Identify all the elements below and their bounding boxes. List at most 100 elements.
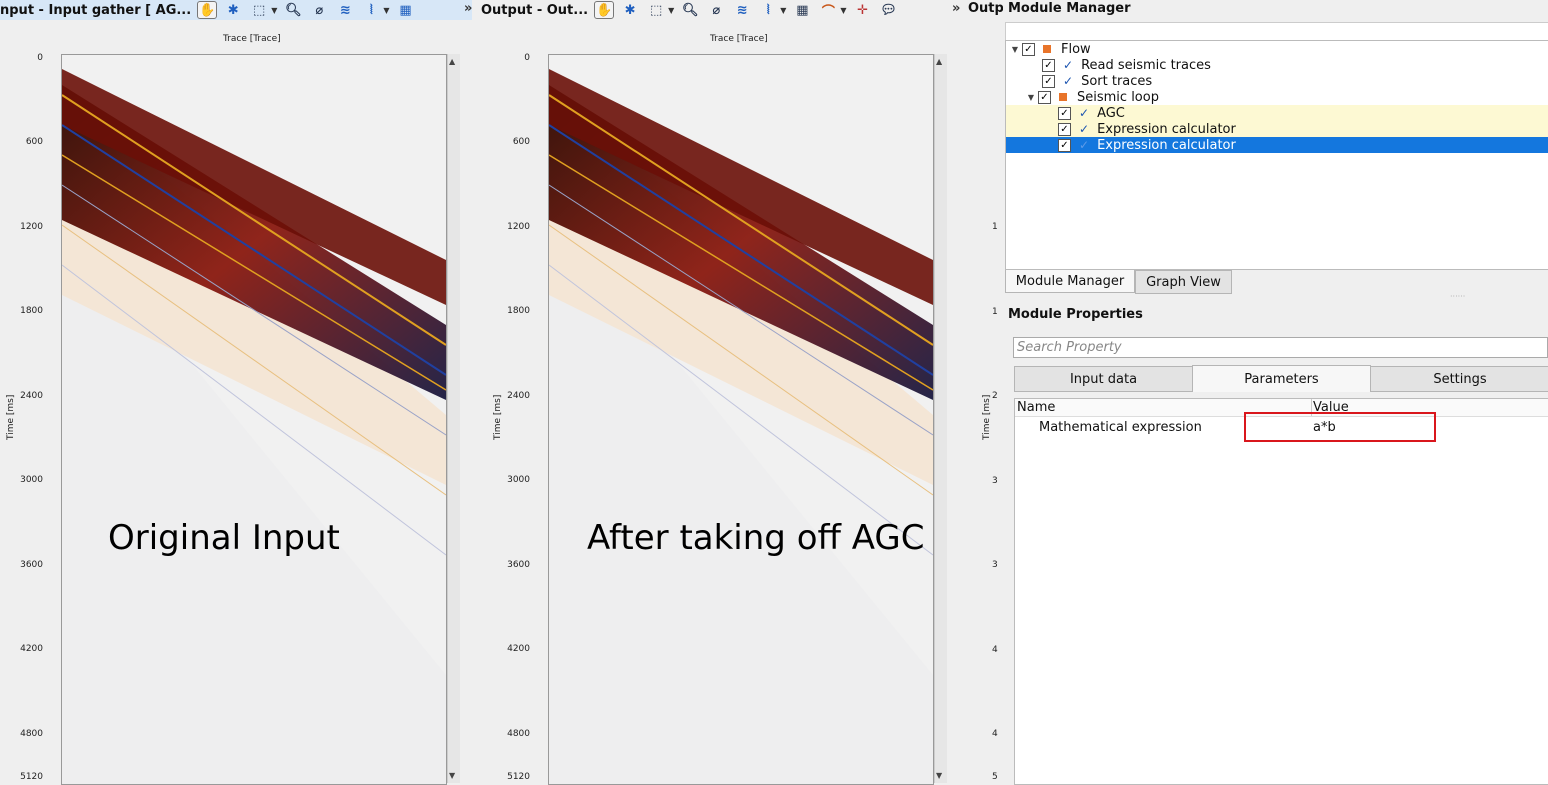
scroll-down-icon[interactable]: ▼ — [936, 771, 942, 780]
module-checkbox[interactable]: ✓ — [1058, 106, 1071, 120]
wiggle-display-icon[interactable]: ⦚ — [758, 1, 778, 19]
output-partial-title: Outp — [968, 1, 1004, 16]
tree-item-label: Seismic loop — [1077, 89, 1159, 105]
zoom-magnifier-icon[interactable]: 🔍︎ — [680, 1, 700, 19]
after-agc-annotation: After taking off AGC — [587, 518, 925, 558]
header-table-icon[interactable]: ▦ — [396, 1, 416, 19]
settings-gear-icon[interactable]: ✱ — [620, 1, 640, 19]
tab-parameters[interactable]: Parameters — [1192, 365, 1371, 392]
flow-checkbox[interactable]: ✓ — [1022, 42, 1035, 56]
column-header-name[interactable]: Name — [1017, 400, 1055, 415]
layers-icon[interactable]: ≋ — [335, 1, 355, 19]
module-tree[interactable]: ▼ ✓ Flow ✓ ✓ Read seismic traces ✓ ✓ Sor… — [1005, 40, 1548, 270]
y-tick: 4800 — [20, 729, 43, 739]
y-axis-label: Time [ms] — [982, 394, 992, 440]
tab-graph-view[interactable]: Graph View — [1135, 270, 1232, 294]
header-table-icon[interactable]: ▦ — [792, 1, 812, 19]
y-tick: 1200 — [20, 222, 43, 232]
toolbar-overflow-icon[interactable]: » — [952, 1, 960, 16]
tree-header — [1005, 22, 1548, 41]
module-checkbox[interactable]: ✓ — [1058, 122, 1071, 136]
zoom-select-icon[interactable]: ⬚ — [249, 1, 269, 19]
chevron-down-icon[interactable]: ▼ — [840, 6, 846, 15]
property-name: Mathematical expression — [1039, 420, 1202, 435]
module-checkbox[interactable]: ✓ — [1058, 138, 1071, 152]
y-tick: 3000 — [507, 475, 530, 485]
crosshair-icon[interactable]: ✛ — [853, 1, 873, 19]
y-tick: 1800 — [507, 306, 530, 316]
layers-icon[interactable]: ≋ — [732, 1, 752, 19]
y-tick: 2400 — [507, 391, 530, 401]
group-square-icon — [1043, 45, 1051, 53]
tree-item-agc[interactable]: ✓ ✓ AGC — [1006, 105, 1548, 121]
y-tick: 3000 — [20, 475, 43, 485]
pick-tool-icon[interactable]: ⌀ — [309, 1, 329, 19]
tree-item-expression-calculator[interactable]: ✓ ✓ Expression calculator — [1006, 121, 1548, 137]
seismic-traces-output — [549, 55, 933, 784]
y-tick: 600 — [25, 137, 43, 147]
module-checkbox[interactable]: ✓ — [1038, 90, 1051, 104]
seismic-display-output[interactable] — [548, 54, 934, 785]
y-tick: 4200 — [20, 644, 43, 654]
tree-item-seismic-loop[interactable]: ▼ ✓ Seismic loop — [1006, 89, 1548, 105]
tab-module-manager[interactable]: Module Manager — [1005, 270, 1135, 293]
y-tick: 5 — [992, 772, 998, 782]
chevron-down-icon[interactable]: ▼ — [668, 6, 674, 15]
scroll-up-icon[interactable]: ▲ — [936, 57, 942, 66]
output-title: Output - Out... — [481, 2, 589, 18]
tree-item-label: Sort traces — [1081, 73, 1153, 89]
y-tick: 5120 — [20, 772, 43, 782]
chevron-down-icon[interactable]: ▼ — [271, 6, 277, 15]
y-tick: 4200 — [507, 644, 530, 654]
tree-item-flow[interactable]: ▼ ✓ Flow — [1006, 41, 1548, 57]
chevron-down-icon[interactable]: ▼ — [383, 6, 389, 15]
seismic-display-input[interactable] — [61, 54, 447, 785]
expand-arrow-icon[interactable]: ▼ — [1024, 93, 1038, 102]
tree-item-expression-calculator-selected[interactable]: ✓ ✓ Expression calculator — [1006, 137, 1548, 153]
x-axis-label: Trace [Trace] — [710, 34, 768, 44]
toolbar-overflow-icon[interactable]: » — [464, 1, 472, 16]
y-tick: 3 — [992, 476, 998, 486]
tree-item-read-seismic-traces[interactable]: ✓ ✓ Read seismic traces — [1006, 57, 1548, 73]
scroll-up-icon[interactable]: ▲ — [449, 57, 455, 66]
enabled-check-icon: ✓ — [1063, 58, 1074, 72]
annotation-highlight-box — [1244, 412, 1436, 442]
scroll-down-icon[interactable]: ▼ — [449, 771, 455, 780]
y-tick: 2400 — [20, 391, 43, 401]
settings-gear-icon[interactable]: ✱ — [223, 1, 243, 19]
zoom-magnifier-icon[interactable]: 🔍︎ — [283, 1, 303, 19]
expand-arrow-icon[interactable]: ▼ — [1008, 45, 1022, 54]
pick-tool-icon[interactable]: ⌀ — [706, 1, 726, 19]
y-tick: 0 — [524, 53, 530, 63]
module-checkbox[interactable]: ✓ — [1042, 58, 1055, 72]
tab-settings[interactable]: Settings — [1370, 366, 1548, 392]
module-checkbox[interactable]: ✓ — [1042, 74, 1055, 88]
x-axis-label: Trace [Trace] — [223, 34, 281, 44]
vertical-scrollbar[interactable]: ▲ ▼ — [447, 54, 460, 783]
enabled-check-icon: ✓ — [1063, 74, 1074, 88]
y-tick: 5120 — [507, 772, 530, 782]
wiggle-display-icon[interactable]: ⦚ — [361, 1, 381, 19]
vertical-scrollbar[interactable]: ▲ ▼ — [934, 54, 947, 783]
zoom-select-icon[interactable]: ⬚ — [646, 1, 666, 19]
y-tick: 2 — [992, 391, 998, 401]
tab-input-data[interactable]: Input data — [1014, 366, 1193, 392]
output-panel: Trace [Trace] Time [ms] 0 600 1200 1800 … — [487, 20, 957, 785]
input-gather-title: nput - Input gather [ AG... — [0, 2, 192, 18]
splitter-handle[interactable]: ······ — [1450, 292, 1465, 301]
y-tick: 3 — [992, 560, 998, 570]
pan-hand-icon[interactable]: ✋ — [197, 1, 218, 19]
tree-item-label: Expression calculator — [1097, 121, 1236, 137]
comment-icon[interactable]: 💬︎ — [879, 1, 899, 19]
y-tick: 1 — [992, 307, 998, 317]
properties-table: Name Value Mathematical expression a*b — [1014, 398, 1548, 785]
search-property-input[interactable]: Search Property — [1013, 337, 1548, 358]
pan-hand-icon[interactable]: ✋ — [594, 1, 615, 19]
spectrum-icon[interactable]: ⌒ — [818, 1, 838, 20]
original-input-annotation: Original Input — [108, 518, 340, 558]
enabled-check-icon: ✓ — [1079, 138, 1090, 152]
chevron-down-icon[interactable]: ▼ — [780, 6, 786, 15]
y-tick: 600 — [512, 137, 530, 147]
tree-item-sort-traces[interactable]: ✓ ✓ Sort traces — [1006, 73, 1548, 89]
y-tick: 4 — [992, 729, 998, 739]
